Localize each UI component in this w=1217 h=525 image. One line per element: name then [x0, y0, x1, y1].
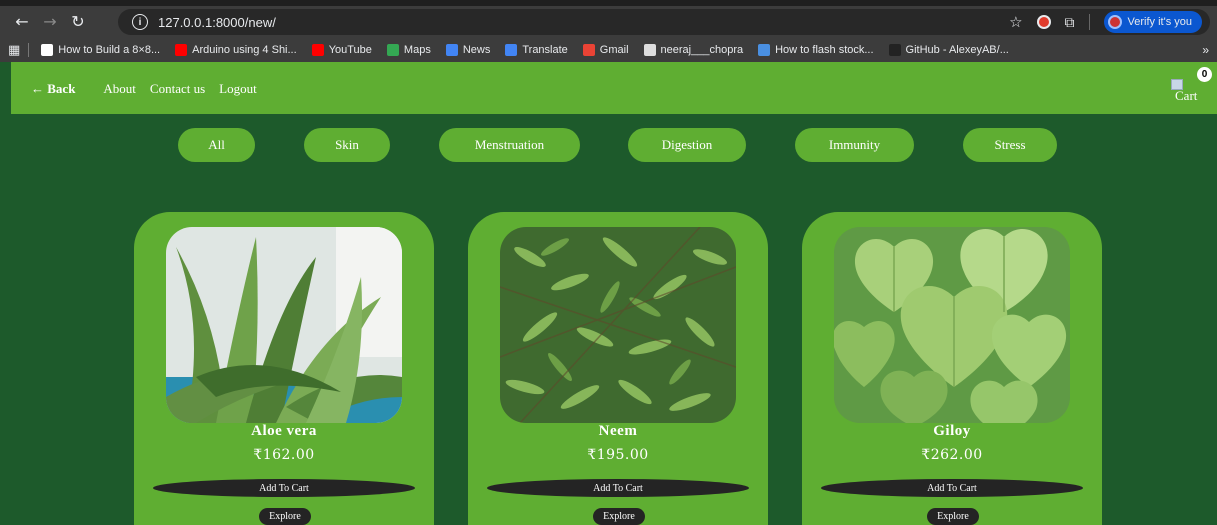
- explore-button[interactable]: Explore: [259, 508, 311, 525]
- extension-icon[interactable]: [1036, 15, 1051, 29]
- bookmark-item[interactable]: How to flash stock...: [758, 43, 874, 56]
- product-price: ₹262.00: [921, 447, 983, 463]
- bookmark-label: How to flash stock...: [775, 43, 874, 56]
- bookmark-item[interactable]: Arduino using 4 Shi...: [175, 43, 297, 56]
- product-card-giloy: Giloy ₹262.00 Add To Cart Explore: [802, 212, 1102, 525]
- gmail-icon: [582, 43, 595, 56]
- neem-image: [500, 227, 736, 423]
- github-icon: [888, 43, 901, 56]
- about-link[interactable]: About: [103, 81, 136, 97]
- contact-link[interactable]: Contact us: [150, 81, 205, 97]
- back-arrow-icon[interactable]: ←: [10, 10, 34, 34]
- product-name: Giloy: [933, 423, 971, 439]
- giloy-image: [834, 227, 1070, 423]
- bookmark-item[interactable]: How to Build a 8×8...: [41, 43, 161, 56]
- extensions-puzzle-icon[interactable]: ⧉: [1065, 14, 1075, 31]
- url-text[interactable]: 127.0.0.1:8000/new/: [158, 15, 276, 30]
- bookmarks-divider: [28, 42, 30, 57]
- add-to-cart-button[interactable]: Add To Cart: [821, 479, 1083, 497]
- bookmark-label: Maps: [403, 43, 431, 56]
- bookmark-star-icon[interactable]: ☆: [1009, 13, 1022, 31]
- bookmark-item[interactable]: Maps: [386, 43, 431, 56]
- filter-menstruation[interactable]: Menstruation: [439, 128, 580, 162]
- bookmark-label: Gmail: [599, 43, 629, 56]
- more-bookmarks-icon[interactable]: »: [1202, 43, 1209, 57]
- youtube-icon: [175, 43, 188, 56]
- add-to-cart-button[interactable]: Add To Cart: [487, 479, 749, 497]
- bookmark-item[interactable]: News: [445, 43, 491, 56]
- bookmark-item[interactable]: neeraj___chopra: [643, 43, 744, 56]
- bookmark-item[interactable]: Gmail: [582, 43, 629, 56]
- bookmark-label: GitHub - AlexeyAB/...: [905, 43, 1009, 56]
- product-price: ₹162.00: [253, 447, 315, 463]
- cart-button[interactable]: Cart 0: [1169, 67, 1212, 106]
- product-card-neem: Neem ₹195.00 Add To Cart Explore: [468, 212, 768, 525]
- maps-icon: [386, 43, 399, 56]
- bookmark-label: News: [462, 43, 491, 56]
- cart-count-badge: 0: [1197, 67, 1212, 82]
- bookmarks-bar: ▦ How to Build a 8×8... Arduino using 4 S…: [0, 37, 1217, 62]
- news-icon: [445, 43, 458, 56]
- bookmark-label: Arduino using 4 Shi...: [192, 43, 297, 56]
- back-link[interactable]: ← Back: [31, 81, 75, 97]
- filter-digestion[interactable]: Digestion: [628, 128, 746, 162]
- youtube-icon: [311, 43, 324, 56]
- bookmark-item[interactable]: YouTube: [311, 43, 372, 56]
- reload-icon[interactable]: ↻: [66, 10, 90, 34]
- explore-button[interactable]: Explore: [927, 508, 979, 525]
- bookmark-item[interactable]: Translate: [505, 43, 568, 56]
- profile-avatar-icon: [1107, 15, 1122, 29]
- profile-verify-button[interactable]: Verify it's you: [1103, 11, 1202, 33]
- product-price: ₹195.00: [587, 447, 649, 463]
- bookmark-label: YouTube: [328, 43, 372, 56]
- bracket-icon: [758, 43, 771, 56]
- cart-label: Cart: [1175, 88, 1198, 103]
- toolbar-divider: [1088, 14, 1090, 30]
- filter-stress[interactable]: Stress: [963, 128, 1057, 162]
- product-card-aloe-vera: Aloe vera ₹162.00 Add To Cart Explore: [134, 212, 434, 525]
- filter-all[interactable]: All: [178, 128, 255, 162]
- site-info-icon[interactable]: i: [132, 14, 148, 30]
- product-name: Aloe vera: [251, 423, 317, 439]
- browser-toolbar: ← → ↻ i 127.0.0.1:8000/new/ ☆ ⧉ Verify i…: [0, 6, 1217, 37]
- bookmark-list: How to Build a 8×8... Arduino using 4 Shi…: [41, 43, 1024, 56]
- filter-immunity[interactable]: Immunity: [795, 128, 914, 162]
- explore-button[interactable]: Explore: [593, 508, 645, 525]
- aloe-vera-image: [166, 227, 402, 423]
- logout-link[interactable]: Logout: [219, 81, 257, 97]
- profile-verify-label: Verify it's you: [1127, 16, 1192, 28]
- bookmark-item[interactable]: GitHub - AlexeyAB/...: [888, 43, 1009, 56]
- bookmark-label: neeraj___chopra: [660, 43, 744, 56]
- globe-icon: [643, 43, 656, 56]
- address-bar[interactable]: i 127.0.0.1:8000/new/ ☆ ⧉ Verify it's yo…: [118, 9, 1210, 35]
- f-letter-icon: [41, 43, 54, 56]
- bookmark-label: How to Build a 8×8...: [58, 43, 161, 56]
- apps-grid-icon[interactable]: ▦: [8, 42, 20, 58]
- filter-skin[interactable]: Skin: [304, 128, 390, 162]
- product-name: Neem: [598, 423, 638, 439]
- site-navbar: ← Back About Contact us Logout Cart 0: [11, 62, 1217, 114]
- forward-arrow-icon[interactable]: →: [38, 10, 62, 34]
- translate-icon: [505, 43, 518, 56]
- bookmark-label: Translate: [522, 43, 568, 56]
- add-to-cart-button[interactable]: Add To Cart: [153, 479, 415, 497]
